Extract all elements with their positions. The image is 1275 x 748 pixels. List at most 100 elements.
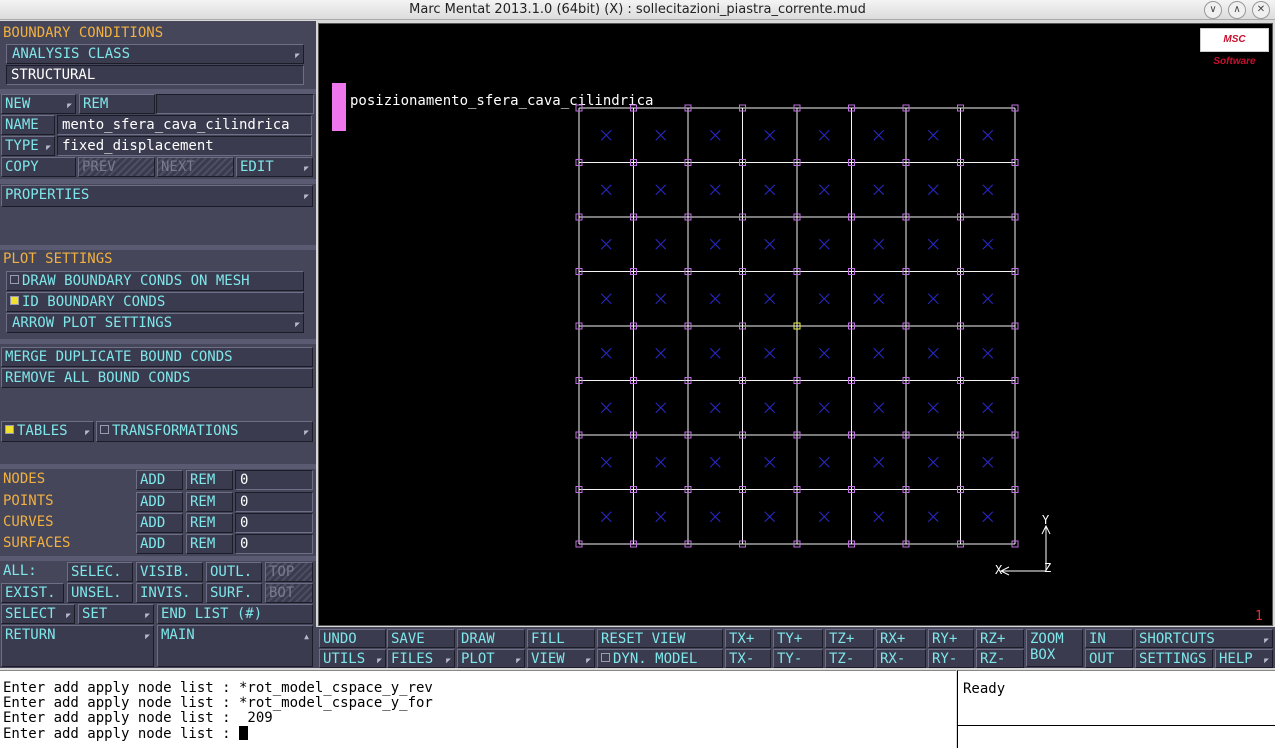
return-label: RETURN xyxy=(5,627,56,643)
zoom-in-button[interactable]: IN xyxy=(1085,629,1133,648)
maximize-button[interactable]: ∧ xyxy=(1228,1,1246,19)
invis-button[interactable]: INVIS. xyxy=(136,583,203,603)
divider xyxy=(0,339,316,344)
copy-button[interactable]: COPY xyxy=(1,157,76,177)
settings-button[interactable]: SETTINGS xyxy=(1135,649,1213,668)
mesh-svg[interactable]: Y X Z 1 xyxy=(319,24,1272,625)
zoom-box-button[interactable]: ZOOM BOX xyxy=(1026,629,1083,667)
submenu-arrow-icon: ◤ xyxy=(66,611,71,620)
top-button[interactable]: TOP xyxy=(265,562,313,582)
files-button[interactable]: FILES ◤ xyxy=(387,649,455,668)
command-console[interactable]: Enter add apply node list : *rot_model_c… xyxy=(0,670,956,748)
surf-button[interactable]: SURF. xyxy=(206,583,262,603)
undo-button[interactable]: UNDO xyxy=(319,629,386,648)
type-button[interactable]: TYPE ◤ xyxy=(1,136,55,156)
end-list-button[interactable]: END LIST (#) xyxy=(157,604,313,624)
window-titlebar: Marc Mentat 2013.1.0 (64bit) (X) : solle… xyxy=(0,0,1275,20)
type-field[interactable]: fixed_displacement xyxy=(57,136,312,156)
next-button[interactable]: NEXT xyxy=(157,157,234,177)
curves-add-button[interactable]: ADD xyxy=(136,513,183,533)
bot-button[interactable]: BOT xyxy=(265,583,313,603)
edit-button[interactable]: EDIT ◤ xyxy=(236,157,313,177)
outl-button[interactable]: OUTL. xyxy=(206,562,262,582)
select-button[interactable]: SELECT ◤ xyxy=(1,604,75,624)
tx-plus-button[interactable]: TX+ xyxy=(725,629,771,648)
close-button[interactable]: ✕ xyxy=(1252,1,1270,19)
points-rem-button[interactable]: REM xyxy=(186,492,233,512)
rx-minus-button[interactable]: RX- xyxy=(876,649,926,668)
nodes-rem-button[interactable]: REM xyxy=(186,470,233,490)
merge-duplicate-bound-conds-button[interactable]: MERGE DUPLICATE BOUND CONDS xyxy=(1,347,313,367)
axis-triad-icon xyxy=(999,524,1051,576)
submenu-arrow-icon: ◤ xyxy=(1264,656,1269,665)
rz-plus-button[interactable]: RZ+ xyxy=(976,629,1024,648)
shortcuts-button[interactable]: SHORTCUTS ◤ xyxy=(1135,629,1273,648)
curves-rem-button[interactable]: REM xyxy=(186,513,233,533)
surfaces-rem-button[interactable]: REM xyxy=(186,534,233,554)
rz-minus-button[interactable]: RZ- xyxy=(976,649,1024,668)
nodes-label: NODES xyxy=(3,471,46,487)
box-label: BOX xyxy=(1030,647,1056,663)
tx-minus-button[interactable]: TX- xyxy=(725,649,771,668)
transformations-button[interactable]: TRANSFORMATIONS ◤ xyxy=(96,421,313,442)
ry-plus-button[interactable]: RY+ xyxy=(928,629,974,648)
submenu-arrow-icon: ◤ xyxy=(46,143,51,152)
nodes-add-button[interactable]: ADD xyxy=(136,470,183,490)
surfaces-count: 0 xyxy=(235,534,313,554)
reset-view-button[interactable]: RESET VIEW xyxy=(597,629,723,648)
tz-plus-button[interactable]: TZ+ xyxy=(825,629,874,648)
unsel-button[interactable]: UNSEL. xyxy=(67,583,133,603)
utils-button[interactable]: UTILS ◤ xyxy=(319,649,386,668)
submenu-arrow-icon: ◤ xyxy=(145,611,150,620)
draw-boundary-conds-toggle[interactable]: DRAW BOUNDARY CONDS ON MESH xyxy=(6,271,304,291)
view-button[interactable]: VIEW ◤ xyxy=(527,649,595,668)
minimize-button[interactable]: ∨ xyxy=(1204,1,1222,19)
command-input-line[interactable]: Enter add apply node list : xyxy=(3,726,249,742)
new-button[interactable]: NEW ◤ xyxy=(1,94,76,114)
rx-plus-button[interactable]: RX+ xyxy=(876,629,926,648)
properties-button[interactable]: PROPERTIES ◤ xyxy=(1,185,313,207)
visib-button[interactable]: VISIB. xyxy=(136,562,203,582)
arrow-plot-settings-label: ARROW PLOT SETTINGS xyxy=(12,315,173,331)
graphics-viewport[interactable]: MSC Software posizionamento_sfera_cava_c… xyxy=(318,23,1273,626)
name-button[interactable]: NAME xyxy=(1,115,55,135)
set-button[interactable]: SET ◤ xyxy=(78,604,154,624)
view-label: VIEW xyxy=(531,651,565,667)
utils-label: UTILS xyxy=(323,651,366,667)
main-button[interactable]: MAIN ▲ xyxy=(157,625,313,667)
ty-plus-button[interactable]: TY+ xyxy=(773,629,823,648)
save-button[interactable]: SAVE xyxy=(387,629,455,648)
submenu-arrow-icon: ◤ xyxy=(295,51,300,60)
ry-minus-button[interactable]: RY- xyxy=(928,649,974,668)
checkbox-checked-icon xyxy=(5,425,14,434)
submenu-arrow-icon: ◤ xyxy=(85,428,90,437)
fill-button[interactable]: FILL xyxy=(527,629,595,648)
return-button[interactable]: RETURN ◤ xyxy=(1,625,154,667)
arrow-plot-settings-button[interactable]: ARROW PLOT SETTINGS ◤ xyxy=(6,313,304,333)
checkbox-icon xyxy=(601,653,610,662)
id-boundary-conds-toggle[interactable]: ID BOUNDARY CONDS xyxy=(6,292,304,312)
tables-button[interactable]: TABLES ◤ xyxy=(1,421,94,442)
selec-button[interactable]: SELEC. xyxy=(67,562,133,582)
draw-button[interactable]: DRAW xyxy=(457,629,525,648)
prev-button[interactable]: PREV xyxy=(78,157,155,177)
dyn-model-toggle[interactable]: DYN. MODEL xyxy=(597,649,723,668)
help-button[interactable]: HELP ◤ xyxy=(1215,649,1273,668)
surfaces-add-button[interactable]: ADD xyxy=(136,534,183,554)
plot-button[interactable]: PLOT ◤ xyxy=(457,649,525,668)
rem-button[interactable]: REM xyxy=(79,94,155,114)
tz-minus-button[interactable]: TZ- xyxy=(825,649,874,668)
divider xyxy=(0,556,316,561)
exist-button[interactable]: EXIST. xyxy=(1,583,64,603)
points-add-button[interactable]: ADD xyxy=(136,492,183,512)
view-toolbar: UNDO SAVE DRAW FILL RESET VIEW TX+ TY+ T… xyxy=(316,627,1275,668)
zoom-out-button[interactable]: OUT xyxy=(1085,649,1133,668)
all-label: ALL: xyxy=(3,563,37,579)
help-label: HELP xyxy=(1219,651,1253,667)
remove-all-bound-conds-button[interactable]: REMOVE ALL BOUND CONDS xyxy=(1,368,313,388)
submenu-arrow-icon: ◤ xyxy=(516,656,521,665)
new-label: NEW xyxy=(5,96,31,112)
analysis-class-button[interactable]: ANALYSIS CLASS ◤ xyxy=(6,44,304,64)
name-field[interactable]: mento_sfera_cava_cilindrica xyxy=(57,115,312,135)
ty-minus-button[interactable]: TY- xyxy=(773,649,823,668)
